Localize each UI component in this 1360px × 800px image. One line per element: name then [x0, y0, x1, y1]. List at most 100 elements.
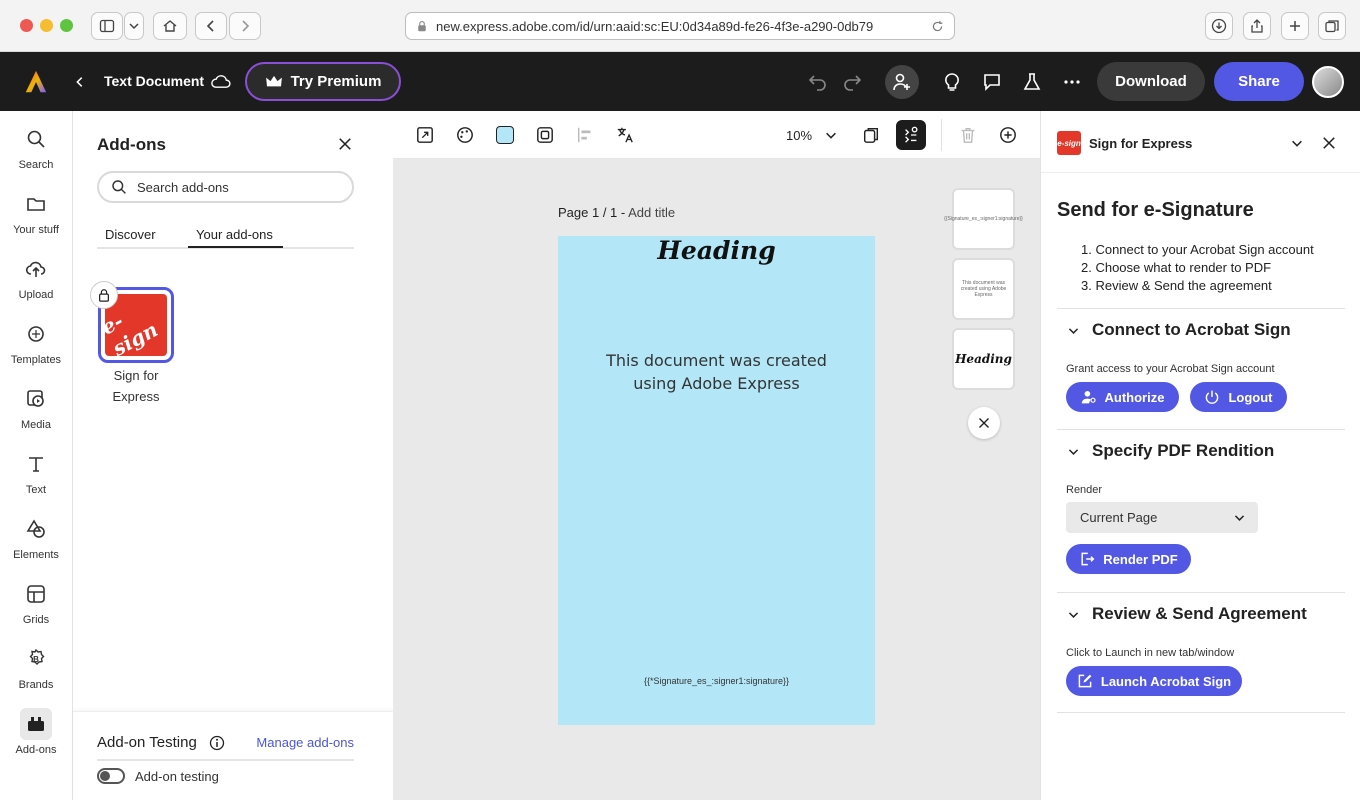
- close-icon: [979, 418, 989, 428]
- try-premium-button[interactable]: Try Premium: [245, 62, 401, 101]
- more-options-button[interactable]: [1060, 70, 1084, 94]
- redo-button[interactable]: [840, 70, 864, 94]
- close-layers-button[interactable]: [968, 407, 1000, 439]
- align-button[interactable]: [574, 124, 596, 146]
- adobe-express-logo[interactable]: [22, 68, 50, 96]
- rail-item-search[interactable]: Search: [0, 123, 72, 183]
- page-heading[interactable]: Heading: [558, 236, 875, 265]
- pages-button[interactable]: [860, 124, 882, 146]
- render-pdf-button[interactable]: Render PDF: [1066, 544, 1191, 574]
- rail-item-media[interactable]: Media: [0, 383, 72, 443]
- add-title-link[interactable]: Add title: [628, 205, 675, 220]
- url-text: new.express.adobe.com/id/urn:aaid:sc:EU:…: [436, 18, 874, 34]
- review-section-header[interactable]: Review & Send Agreement: [1067, 604, 1307, 624]
- ideas-button[interactable]: [940, 70, 964, 94]
- close-panel-button[interactable]: [1321, 135, 1337, 151]
- rail-label: Grids: [22, 614, 50, 626]
- frame-icon: [537, 127, 553, 143]
- connect-section-header[interactable]: Connect to Acrobat Sign: [1067, 320, 1291, 340]
- tab-discover[interactable]: Discover: [105, 227, 156, 242]
- new-tab-button[interactable]: [1281, 12, 1309, 40]
- render-label: Render: [1066, 484, 1103, 496]
- back-to-home-button[interactable]: [72, 72, 88, 92]
- layer-thumbnail-signature[interactable]: {{Signature_es_:signer1:signature}}: [944, 188, 1023, 250]
- app-top-bar: Text Document Try Premium Download Share: [0, 52, 1360, 111]
- undo-icon: [808, 75, 826, 91]
- undo-button[interactable]: [806, 70, 830, 94]
- layer-thumbnail-body[interactable]: This document was created using Adobe Ex…: [952, 258, 1015, 320]
- rail-item-addons[interactable]: Add-ons: [0, 708, 72, 768]
- sidebar-toggle-button[interactable]: [91, 12, 123, 40]
- address-bar[interactable]: new.express.adobe.com/id/urn:aaid:sc:EU:…: [405, 12, 955, 40]
- layer-thumbnail-heading[interactable]: Heading: [952, 328, 1015, 390]
- document-page[interactable]: Heading This document was created using …: [558, 236, 875, 725]
- rail-item-brands[interactable]: B Brands: [0, 643, 72, 703]
- sidebar-menu-button[interactable]: [124, 12, 144, 40]
- rail-item-templates[interactable]: Templates: [0, 318, 72, 378]
- rail-item-elements[interactable]: Elements: [0, 513, 72, 573]
- avatar[interactable]: [1312, 66, 1344, 98]
- downloads-button[interactable]: [1205, 12, 1233, 40]
- render-select-value: Current Page: [1080, 510, 1158, 525]
- launch-acrobat-sign-button[interactable]: Launch Acrobat Sign: [1066, 666, 1242, 696]
- authorize-button[interactable]: Authorize: [1066, 382, 1179, 412]
- palette-icon: [457, 127, 473, 143]
- logout-button[interactable]: Logout: [1190, 382, 1287, 412]
- document-title[interactable]: Text Document: [104, 73, 204, 89]
- chevron-down-icon: [129, 23, 139, 30]
- plus-circle-icon: [1000, 127, 1016, 143]
- upload-icon: [26, 261, 46, 277]
- trash-icon: [961, 128, 975, 143]
- rail-item-upload[interactable]: Upload: [0, 253, 72, 313]
- search-addons-input[interactable]: Search add-ons: [97, 171, 354, 203]
- forward-button[interactable]: [229, 12, 261, 40]
- rail-item-text[interactable]: Text: [0, 448, 72, 508]
- collapse-panel-button[interactable]: [1289, 135, 1305, 151]
- translate-button[interactable]: [614, 124, 636, 146]
- frame-button[interactable]: [534, 124, 556, 146]
- background-color-button[interactable]: [494, 124, 516, 146]
- list-item: 2. Choose what to render to PDF: [1081, 260, 1272, 275]
- maximize-window-button[interactable]: [60, 19, 73, 32]
- resize-button[interactable]: [414, 124, 436, 146]
- rail-item-your-stuff[interactable]: Your stuff: [0, 188, 72, 248]
- folder-icon: [27, 198, 45, 211]
- tab-overview-button[interactable]: [1318, 12, 1346, 40]
- render-select[interactable]: Current Page: [1066, 502, 1258, 533]
- labs-button[interactable]: [1020, 70, 1044, 94]
- comments-button[interactable]: [980, 70, 1004, 94]
- rail-item-grids[interactable]: Grids: [0, 578, 72, 638]
- download-button[interactable]: Download: [1097, 62, 1205, 101]
- sign-for-express-panel: e-sign Sign for Express Send for e-Signa…: [1040, 111, 1360, 800]
- layers-toggle-button[interactable]: [896, 120, 926, 150]
- home-button[interactable]: [153, 12, 187, 40]
- theme-button[interactable]: [454, 124, 476, 146]
- chevron-left-icon: [206, 20, 214, 32]
- info-icon[interactable]: [209, 735, 225, 751]
- share-button[interactable]: Share: [1214, 62, 1304, 101]
- close-window-button[interactable]: [20, 19, 33, 32]
- back-button[interactable]: [195, 12, 227, 40]
- more-icon: [1064, 80, 1080, 84]
- zoom-level[interactable]: 10%: [786, 128, 812, 143]
- export-icon: [1081, 552, 1095, 566]
- addon-testing-toggle[interactable]: [97, 768, 125, 784]
- signature-tag-text[interactable]: {{*Signature_es_:signer1:signature}}: [558, 676, 875, 686]
- rail-label: Add-ons: [15, 744, 57, 756]
- close-addons-button[interactable]: [336, 135, 354, 153]
- zoom-dropdown[interactable]: [820, 124, 842, 146]
- divider: [97, 759, 354, 761]
- share-page-button[interactable]: [1243, 12, 1271, 40]
- add-page-button[interactable]: [997, 124, 1019, 146]
- pdf-section-header[interactable]: Specify PDF Rendition: [1067, 441, 1274, 461]
- minimize-window-button[interactable]: [40, 19, 53, 32]
- cloud-sync-status[interactable]: [208, 70, 234, 92]
- page-body-text[interactable]: This document was created using Adobe Ex…: [578, 349, 855, 395]
- delete-button[interactable]: [957, 124, 979, 146]
- manage-addons-link[interactable]: Manage add-ons: [256, 735, 354, 750]
- tab-your-addons[interactable]: Your add-ons: [188, 227, 283, 248]
- invite-button[interactable]: [885, 65, 919, 99]
- addons-panel-title: Add-ons: [97, 135, 166, 154]
- reload-icon[interactable]: [931, 20, 944, 33]
- search-icon: [27, 130, 45, 148]
